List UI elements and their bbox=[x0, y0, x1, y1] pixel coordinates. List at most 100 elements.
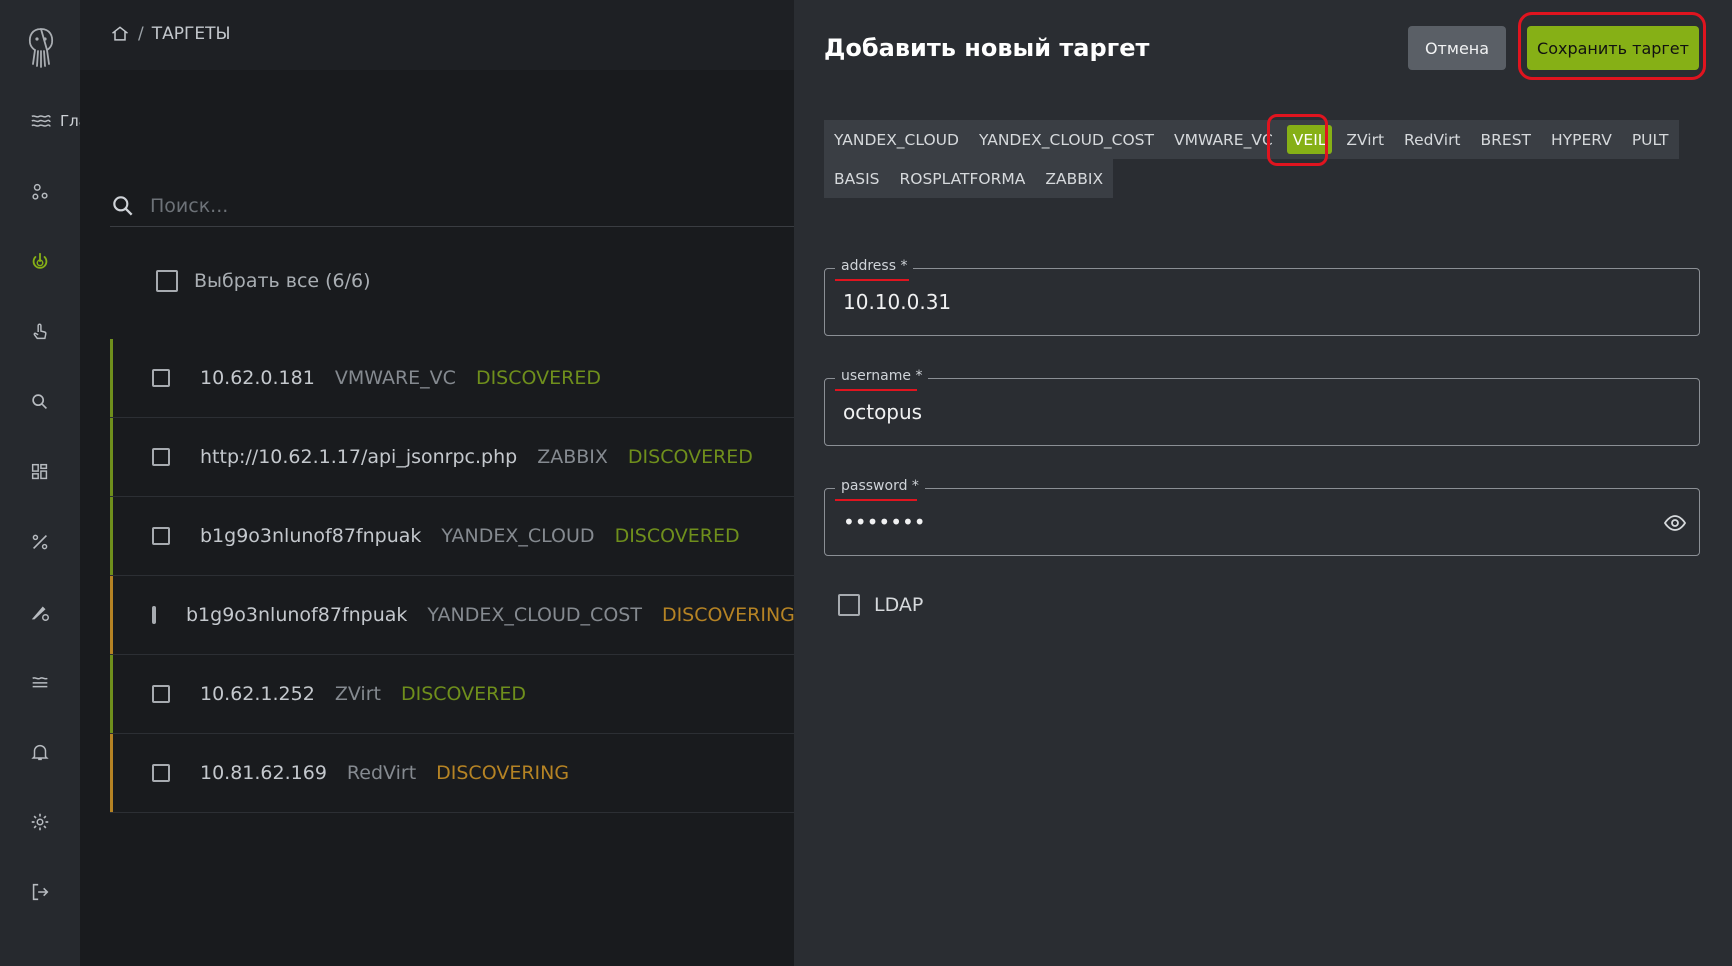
search-icon bbox=[113, 196, 133, 216]
panel-title: Добавить новый таргет bbox=[824, 34, 1150, 62]
row-checkbox[interactable] bbox=[152, 764, 170, 782]
select-all[interactable]: Выбрать все (6/6) bbox=[156, 270, 371, 292]
row-type: VMWARE_VC bbox=[334, 367, 456, 389]
row-status-bar bbox=[110, 497, 113, 575]
tab-vmware-vc[interactable]: VMWARE_VC bbox=[1164, 120, 1283, 159]
targets-list-area: / ТАРГЕТЫ Выбрать все (6/6) 10.62.0.181 V… bbox=[80, 0, 794, 966]
address-field[interactable] bbox=[841, 289, 1645, 315]
password-label-underline bbox=[835, 499, 917, 501]
password-field-box: password * bbox=[824, 478, 1700, 556]
bell-icon bbox=[31, 744, 49, 761]
row-status: DISCOVERING bbox=[661, 604, 794, 626]
cancel-button[interactable]: Отмена bbox=[1408, 26, 1506, 70]
home-icon[interactable] bbox=[110, 24, 130, 44]
row-address: http://10.62.1.17/api_jsonrpc.php bbox=[200, 446, 518, 468]
username-field[interactable] bbox=[841, 399, 1645, 425]
row-type: YANDEX_CLOUD_COST bbox=[427, 604, 642, 626]
row-type: YANDEX_CLOUD bbox=[441, 525, 595, 547]
add-target-panel: Добавить новый таргет Отмена Сохранить т… bbox=[794, 0, 1732, 966]
sidebar-item-logout[interactable] bbox=[0, 872, 80, 912]
username-label: username * bbox=[835, 368, 929, 384]
tab-hyperv[interactable]: HYPERV bbox=[1541, 120, 1622, 159]
row-address: 10.62.0.181 bbox=[200, 367, 315, 389]
table-row[interactable]: 10.62.1.252 ZVirt DISCOVERED bbox=[110, 655, 794, 734]
top-bar: / ТАРГЕТЫ bbox=[80, 0, 794, 70]
sidebar-item-notifications[interactable] bbox=[0, 732, 80, 772]
percent-icon bbox=[32, 534, 48, 550]
row-checkbox[interactable] bbox=[152, 685, 170, 703]
home-waves-icon bbox=[31, 115, 51, 127]
dashboard-icon bbox=[31, 463, 48, 480]
row-status-bar bbox=[110, 655, 113, 733]
row-checkbox[interactable] bbox=[152, 527, 170, 545]
power-icon bbox=[32, 252, 48, 269]
row-address: 10.81.62.169 bbox=[200, 762, 327, 784]
row-status-bar bbox=[110, 418, 113, 496]
octopus-logo-icon[interactable] bbox=[24, 26, 58, 68]
tab-row-1: YANDEX_CLOUD YANDEX_CLOUD_COST VMWARE_VC VE… bbox=[824, 120, 1679, 159]
address-label: address * bbox=[835, 258, 914, 274]
save-target-button[interactable]: Сохранить таргет bbox=[1527, 26, 1699, 70]
search-icon bbox=[32, 394, 48, 410]
layers-icon bbox=[32, 677, 48, 688]
select-all-label: Выбрать все (6/6) bbox=[194, 270, 371, 292]
ldap-checkbox[interactable] bbox=[838, 594, 860, 616]
tab-zvirt[interactable]: ZVirt bbox=[1336, 120, 1394, 159]
row-type: ZABBIX bbox=[537, 446, 608, 468]
tab-yandex-cloud-cost[interactable]: YANDEX_CLOUD_COST bbox=[969, 120, 1164, 159]
tab-brest[interactable]: BREST bbox=[1471, 120, 1542, 159]
table-row[interactable]: http://10.62.1.17/api_jsonrpc.php ZABBIX D… bbox=[110, 418, 794, 497]
row-address: b1g9o3nlunof87fnpuak bbox=[200, 525, 422, 547]
address-field-box: address * bbox=[824, 258, 1700, 336]
password-field[interactable] bbox=[841, 509, 1645, 535]
targets-table: 10.62.0.181 VMWARE_VC DISCOVERED http://10.… bbox=[110, 339, 794, 813]
search-input[interactable] bbox=[148, 194, 752, 218]
table-row[interactable]: 10.81.62.169 RedVirt DISCOVERING bbox=[110, 734, 794, 813]
sidebar-item-pen-settings[interactable] bbox=[0, 592, 80, 632]
username-label-underline bbox=[835, 389, 917, 391]
logout-icon bbox=[32, 883, 49, 901]
row-status: DISCOVERED bbox=[614, 525, 740, 547]
ldap-label: LDAP bbox=[874, 594, 924, 616]
row-status: DISCOVERED bbox=[475, 367, 601, 389]
sidebar: Главная bbox=[0, 0, 125, 966]
table-row[interactable]: b1g9o3nlunof87fnpuak YANDEX_CLOUD DISCOVER… bbox=[110, 497, 794, 576]
sidebar-item-percent[interactable] bbox=[0, 522, 80, 562]
tab-pult[interactable]: PULT bbox=[1622, 120, 1679, 159]
row-address: 10.62.1.252 bbox=[200, 683, 315, 705]
table-row[interactable]: 10.62.0.181 VMWARE_VC DISCOVERED bbox=[110, 339, 794, 418]
tab-basis[interactable]: BASIS bbox=[824, 159, 890, 198]
row-status: DISCOVERED bbox=[627, 446, 753, 468]
row-checkbox[interactable] bbox=[152, 369, 170, 387]
search-bar bbox=[110, 186, 794, 227]
tab-yandex-cloud[interactable]: YANDEX_CLOUD bbox=[824, 120, 969, 159]
sidebar-item-nodes[interactable] bbox=[0, 172, 80, 212]
select-all-checkbox[interactable] bbox=[156, 270, 178, 292]
touch-icon bbox=[33, 323, 47, 340]
sidebar-item-targets[interactable] bbox=[0, 242, 80, 282]
sidebar-item-layers[interactable] bbox=[0, 662, 80, 702]
tab-redvirt[interactable]: RedVirt bbox=[1394, 120, 1470, 159]
row-status: DISCOVERING bbox=[436, 762, 570, 784]
row-checkbox[interactable] bbox=[152, 606, 156, 624]
eye-icon[interactable] bbox=[1663, 511, 1687, 535]
breadcrumb: / ТАРГЕТЫ bbox=[110, 24, 231, 44]
tab-row-2: BASIS ROSPLATFORMA ZABBIX bbox=[824, 159, 1114, 198]
breadcrumb-current: ТАРГЕТЫ bbox=[151, 24, 231, 44]
username-field-box: username * bbox=[824, 368, 1700, 446]
row-checkbox[interactable] bbox=[152, 448, 170, 466]
table-row[interactable]: b1g9o3nlunof87fnpuak YANDEX_CLOUD_COST DIS… bbox=[110, 576, 794, 655]
nodes-icon bbox=[32, 183, 48, 200]
address-label-underline bbox=[835, 279, 909, 281]
row-type: RedVirt bbox=[346, 762, 417, 784]
sidebar-item-dashboard[interactable] bbox=[0, 452, 80, 492]
sidebar-item-settings[interactable] bbox=[0, 802, 80, 842]
password-label: password * bbox=[835, 478, 925, 494]
sidebar-item-search[interactable] bbox=[0, 382, 80, 422]
tab-veil[interactable]: VEIL bbox=[1286, 125, 1333, 154]
sidebar-item-touch[interactable] bbox=[0, 312, 80, 352]
target-type-tabs: YANDEX_CLOUD YANDEX_CLOUD_COST VMWARE_VC VE… bbox=[824, 120, 1679, 198]
tab-zabbix[interactable]: ZABBIX bbox=[1035, 159, 1113, 198]
ldap-option[interactable]: LDAP bbox=[838, 594, 923, 616]
tab-rosplatforma[interactable]: ROSPLATFORMA bbox=[890, 159, 1036, 198]
